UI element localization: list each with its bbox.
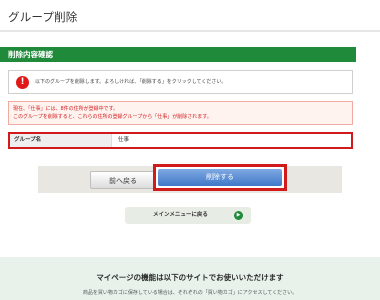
page-title: グループ削除 (8, 10, 78, 24)
delete-button[interactable]: 削除する (158, 169, 282, 186)
warning-line-1: 現在、「仕事」には、8件の住所が登録中です。 (13, 106, 119, 112)
main-menu-label: メインメニューに戻る (153, 212, 208, 218)
delete-button-highlight: 削除する (153, 164, 287, 191)
exclamation-circle-icon: ! (16, 76, 29, 89)
title-divider (0, 30, 380, 32)
footer-section: マイページの機能は以下のサイトでお使いいただけます 商品を買い物カゴに保存してい… (0, 257, 380, 300)
warning-line-2: このグループを削除すると、これらの住所の登録グループから「仕事」が削除されます。 (13, 114, 212, 120)
action-button-panel: 前へ戻る 削除する (38, 164, 342, 193)
group-name-row: グループ名 仕事 (8, 132, 353, 149)
info-message-text: 以下のグループを削除します。よろしければ、「削除する」をクリックしてください。 (35, 79, 227, 85)
group-name-label: グループ名 (10, 134, 112, 147)
footer-title: マイページの機能は以下のサイトでお使いいただけます (96, 273, 284, 282)
group-name-value: 仕事 (118, 137, 130, 143)
section-header: 削除内容確認 (0, 47, 356, 62)
chevron-right-icon: ▶ (234, 211, 243, 220)
footer-note: 商品を買い物カゴに保存している場合は、それぞれの「買い物カゴ」にアクセスしてくだ… (82, 290, 298, 296)
warning-message-box: 現在、「仕事」には、8件の住所が登録中です。 このグループを削除すると、これらの… (8, 101, 353, 125)
main-menu-button[interactable]: メインメニューに戻る ▶ (125, 207, 251, 224)
back-button[interactable]: 前へ戻る (90, 171, 156, 189)
info-message-box: ! 以下のグループを削除します。よろしければ、「削除する」をクリックしてください… (8, 70, 353, 94)
